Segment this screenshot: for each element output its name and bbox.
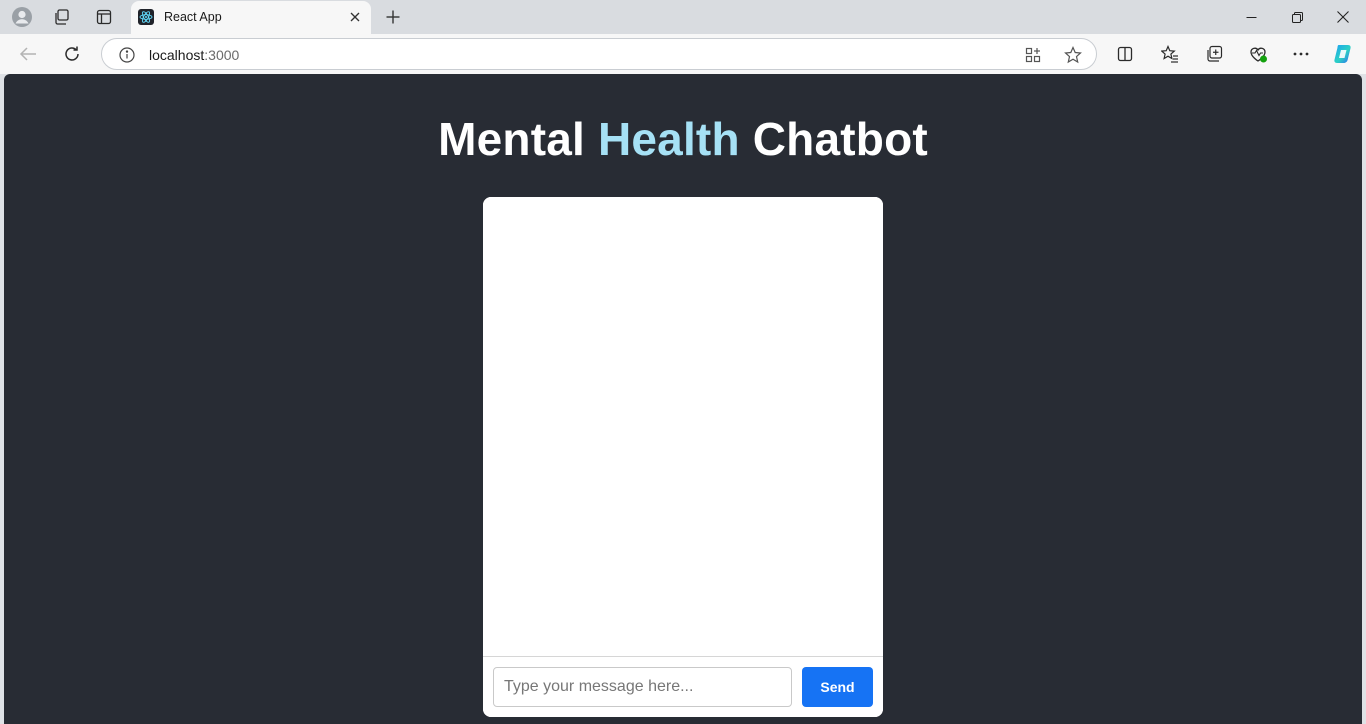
more-options-icon[interactable] [1289, 42, 1313, 66]
split-screen-icon[interactable] [1113, 42, 1137, 66]
url-port: :3000 [204, 47, 240, 63]
back-icon[interactable] [16, 42, 40, 66]
browser-toolbar: localhost:3000 [0, 34, 1366, 74]
refresh-icon[interactable] [60, 42, 84, 66]
favorite-star-icon[interactable] [1062, 44, 1084, 66]
address-bar[interactable]: localhost:3000 [101, 38, 1097, 70]
collections-icon[interactable] [1202, 42, 1226, 66]
react-icon [138, 9, 154, 25]
tab-react-app[interactable]: React App [131, 1, 371, 34]
app-available-icon[interactable] [1022, 44, 1044, 66]
browser-tabstrip: React App [0, 0, 1366, 34]
chat-input-bar: Send [483, 656, 883, 717]
browser-essentials-icon[interactable] [1246, 42, 1270, 66]
tab-title: React App [164, 10, 222, 24]
profile-icon[interactable] [10, 5, 34, 29]
tab-actions-icon[interactable] [92, 5, 116, 29]
copilot-icon[interactable] [1331, 42, 1355, 66]
close-tab-icon[interactable] [345, 7, 365, 27]
title-accent: Health [597, 113, 740, 165]
minimize-icon[interactable] [1228, 0, 1274, 34]
send-button[interactable]: Send [802, 667, 873, 707]
page-viewport: Mental Health Chatbot Send [4, 74, 1362, 724]
url-text[interactable]: localhost:3000 [149, 47, 239, 63]
new-tab-icon[interactable] [381, 5, 405, 29]
workspaces-icon[interactable] [50, 5, 74, 29]
site-info-icon[interactable] [117, 45, 137, 65]
chat-window: Send [483, 197, 883, 717]
chat-messages-area[interactable] [483, 197, 883, 656]
url-host: localhost [149, 47, 205, 63]
close-window-icon[interactable] [1320, 0, 1366, 34]
page-title: Mental Health Chatbot [4, 112, 1362, 166]
message-input[interactable] [493, 667, 792, 707]
title-part-2: Chatbot [739, 113, 928, 165]
restore-icon[interactable] [1274, 0, 1320, 34]
favorites-icon[interactable] [1158, 42, 1182, 66]
title-part-1: Mental [438, 113, 598, 165]
